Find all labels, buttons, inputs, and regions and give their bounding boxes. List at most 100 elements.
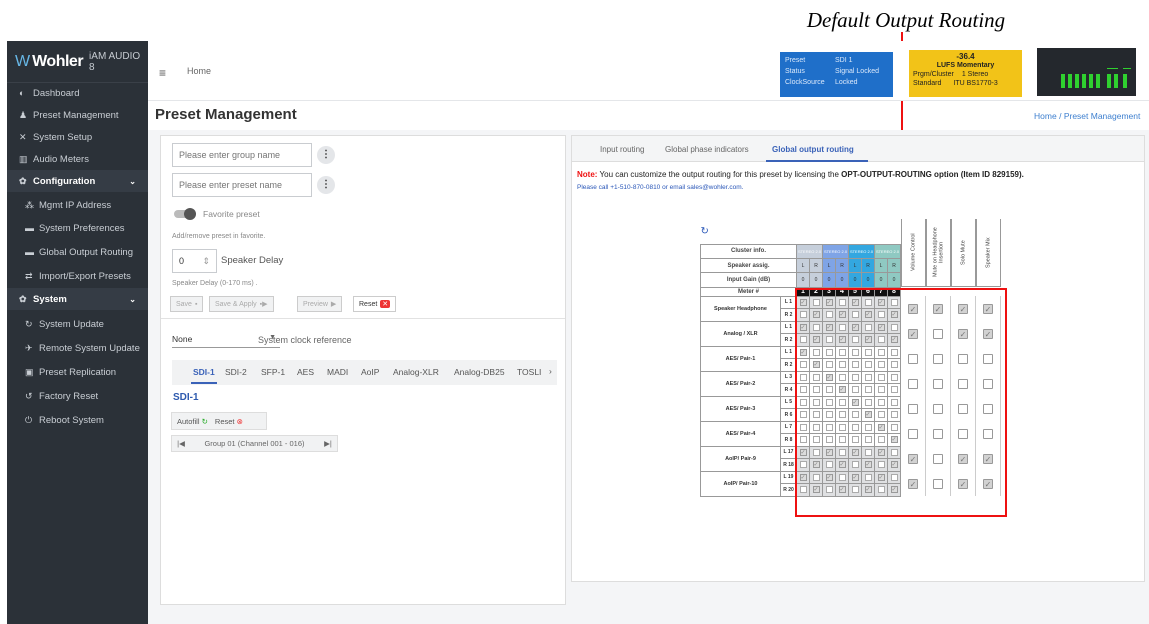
tab-analog-xlr[interactable]: Analog-XLR	[393, 367, 439, 377]
matrix-cell	[849, 219, 862, 244]
tab-sdi-2[interactable]: SDI-2	[225, 367, 247, 377]
sidebar-item-system-setup[interactable]: ✕ System Setup	[7, 126, 148, 148]
first-page-icon[interactable]: |◀	[172, 439, 190, 448]
note-contact[interactable]: Please call +1-510-870-0810 or email sal…	[577, 184, 743, 191]
sidebar-item-system-preferences[interactable]: ▬ System Preferences	[7, 217, 148, 239]
sidebar-item-label: Configuration	[33, 175, 96, 187]
sidebar-item-global-output-routing[interactable]: ▬ Global Output Routing	[7, 241, 148, 263]
meter-preview[interactable]	[1037, 48, 1136, 96]
sidebar-item-label: Import/Export Presets	[39, 270, 131, 282]
breadcrumb-sep: /	[1059, 111, 1062, 121]
sidebar-item-preset-replication[interactable]: ▣ Preset Replication	[7, 361, 148, 383]
floppy-play-icon: ▪▶	[259, 301, 268, 308]
chevron-right-icon[interactable]: ›	[549, 366, 552, 376]
loudness-panel[interactable]: -36.4 LUFS Momentary Prgm/Cluster 1 Stere…	[909, 50, 1022, 97]
preview-button[interactable]: Preview ▶	[297, 296, 343, 312]
next-page-icon[interactable]: ▶|	[319, 439, 337, 448]
status-panel[interactable]: Preset SDI 1 Status Signal Locked ClockSou…	[780, 52, 893, 97]
copy-icon: ▣	[25, 366, 34, 377]
save-apply-button[interactable]: Save & Apply ▪▶	[209, 296, 274, 312]
matrix-cell	[823, 219, 836, 244]
save-button[interactable]: Save ▪	[170, 296, 204, 312]
tab-input-routing[interactable]: Input routing	[600, 145, 644, 154]
cluster-value: 1 Stereo	[961, 71, 989, 78]
output-header: Solo Mute	[951, 219, 976, 287]
matrix-cell	[836, 219, 849, 244]
sidebar-item-label: System Setup	[33, 131, 93, 143]
reset-icon: ↺	[25, 390, 33, 401]
dashboard-icon: ◐	[19, 88, 25, 98]
tab-analog-db25[interactable]: Analog-DB25	[454, 367, 505, 377]
tab-aes[interactable]: AES	[297, 367, 314, 377]
refresh-icon: ↻	[25, 318, 33, 329]
input-tabs: SDI-1 SDI-2 SFP-1 AES MADI AoIP Analog-X…	[172, 360, 557, 385]
loudness-value: -36.4	[956, 52, 975, 61]
tab-sfp-1[interactable]: SFP-1	[261, 367, 285, 377]
assign-label: Speaker assig.	[700, 258, 797, 274]
group-menu-button[interactable]: ⋮	[317, 146, 335, 164]
tab-phase-indicators[interactable]: Global phase indicators	[665, 145, 749, 154]
gain-cell: 0	[848, 272, 862, 288]
output-row-label: AoIP/ Pair-9	[700, 445, 781, 472]
tab-global-output-routing[interactable]: Global output routing	[772, 145, 854, 154]
sidebar-item-label: System	[33, 293, 67, 305]
preset-menu-button[interactable]: ⋮	[317, 176, 335, 194]
tools-icon: ✕	[19, 131, 27, 142]
reset-preset-button[interactable]: Reset ✕	[353, 296, 397, 312]
cluster-badge: STEREO 2.0	[874, 243, 901, 260]
menu-icon[interactable]: ≡	[159, 66, 166, 80]
cluster-badge: STEREO 2.0	[796, 243, 823, 260]
reset-x-icon: ⊗	[236, 416, 243, 426]
assign-cell: R	[861, 258, 875, 274]
autofill-label: Autofill	[177, 416, 200, 426]
sidebar-item-factory-reset[interactable]: ↺ Factory Reset	[7, 385, 148, 407]
sidebar-item-import-export-presets[interactable]: ⇄ Import/Export Presets	[7, 265, 148, 287]
sidebar-item-audio-meters[interactable]: ▥ Audio Meters	[7, 148, 148, 170]
loudness-mode: LUFS Momentary	[936, 62, 995, 69]
reset-preset-label: Reset	[359, 300, 378, 308]
stepper-icon[interactable]: ⇕	[202, 250, 210, 272]
sidebar-item-remote-system-update[interactable]: ✈ Remote System Update	[7, 337, 148, 359]
list-icon: ▬	[25, 223, 34, 233]
clock-key: ClockSource	[785, 79, 825, 86]
sidebar-item-dashboard[interactable]: ◐ Dashboard	[7, 82, 148, 104]
close-icon: ✕	[380, 300, 391, 308]
preset-name-input[interactable]	[172, 173, 312, 197]
autofill-button[interactable]: Autofill ↻	[177, 417, 208, 426]
tab-aoip[interactable]: AoIP	[361, 367, 379, 377]
matrix-cell	[875, 219, 888, 244]
matrix-cell	[810, 219, 823, 244]
preview-label: Preview	[303, 300, 328, 308]
sidebar-item-mgmt-ip-address[interactable]: ⁂ Mgmt IP Address	[7, 194, 148, 216]
output-header: Volume Control	[901, 219, 926, 287]
gain-cell: 0	[887, 272, 901, 288]
sidebar-item-label: Dashboard	[33, 87, 80, 99]
breadcrumb-current: Preset Management	[1063, 111, 1141, 121]
callout-label: Default Output Routing	[806, 8, 1006, 32]
note-text: You can customize the output routing for…	[599, 170, 839, 179]
assign-cell: R	[809, 258, 823, 274]
output-row-label: Speaker Headphone	[700, 295, 781, 322]
chevron-down-icon[interactable]: ⌄	[129, 295, 136, 304]
chevron-down-icon[interactable]: ⌄	[129, 177, 136, 186]
speaker-delay-input[interactable]: 0 ⇕	[172, 249, 217, 273]
tab-toslink[interactable]: TOSLI	[517, 367, 541, 377]
meter-icon: ▥	[19, 153, 28, 164]
matrix-refresh-icon[interactable]: ↻	[701, 219, 797, 244]
sidebar-item-system[interactable]: ✿ System ⌄	[7, 288, 148, 310]
favorite-toggle[interactable]	[174, 208, 196, 220]
tab-madi[interactable]: MADI	[327, 367, 348, 377]
group-name-input[interactable]	[172, 143, 312, 167]
favorite-help: Add/remove preset in favorite.	[172, 233, 266, 240]
play-icon: ▶	[330, 301, 337, 308]
sidebar-item-system-update[interactable]: ↻ System Update	[7, 313, 148, 335]
sidebar-item-configuration[interactable]: ✿ Configuration ⌄	[7, 170, 148, 192]
home-link[interactable]: Home	[187, 66, 211, 76]
assign-cell: R	[835, 258, 849, 274]
sidebar-item-preset-management[interactable]: ♟ Preset Management	[7, 104, 148, 126]
logo[interactable]: W Wohler iAM AUDIO 8	[7, 41, 148, 83]
breadcrumb-home[interactable]: Home	[1034, 111, 1057, 121]
tab-sdi-1[interactable]: SDI-1	[193, 367, 215, 377]
reset-channels-button[interactable]: Reset ⊗	[215, 417, 243, 426]
sidebar-item-reboot-system[interactable]: ⏻ Reboot System	[7, 409, 148, 431]
